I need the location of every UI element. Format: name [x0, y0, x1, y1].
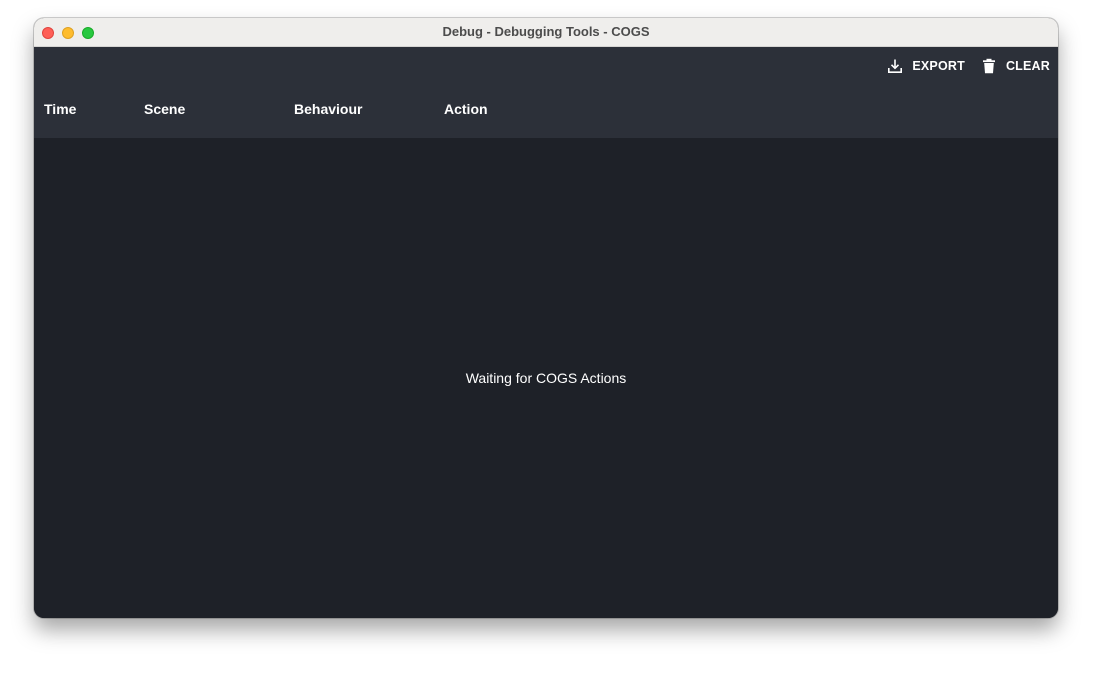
table-header: Time Scene Behaviour Action — [34, 101, 1058, 119]
column-header-scene[interactable]: Scene — [144, 101, 185, 117]
column-header-behaviour[interactable]: Behaviour — [294, 101, 362, 117]
toolbar: EXPORT CLEAR — [871, 56, 1050, 76]
column-header-time[interactable]: Time — [44, 101, 76, 117]
clear-label: CLEAR — [1005, 59, 1050, 73]
app-header: EXPORT CLEAR Time Scene Behaviour Action — [34, 47, 1058, 138]
download-icon — [887, 58, 903, 74]
trash-icon — [981, 58, 997, 74]
empty-state-message: Waiting for COGS Actions — [465, 370, 627, 386]
window-title: Debug - Debugging Tools - COGS — [442, 24, 650, 39]
title-bar[interactable]: Debug - Debugging Tools - COGS — [34, 18, 1058, 47]
column-header-action[interactable]: Action — [444, 101, 488, 117]
export-button[interactable]: EXPORT — [887, 58, 965, 74]
debug-window: Debug - Debugging Tools - COGS EXPORT CL… — [34, 18, 1058, 618]
actions-log: Waiting for COGS Actions — [34, 138, 1058, 618]
export-label: EXPORT — [912, 59, 965, 73]
clear-button[interactable]: CLEAR — [981, 58, 1050, 74]
